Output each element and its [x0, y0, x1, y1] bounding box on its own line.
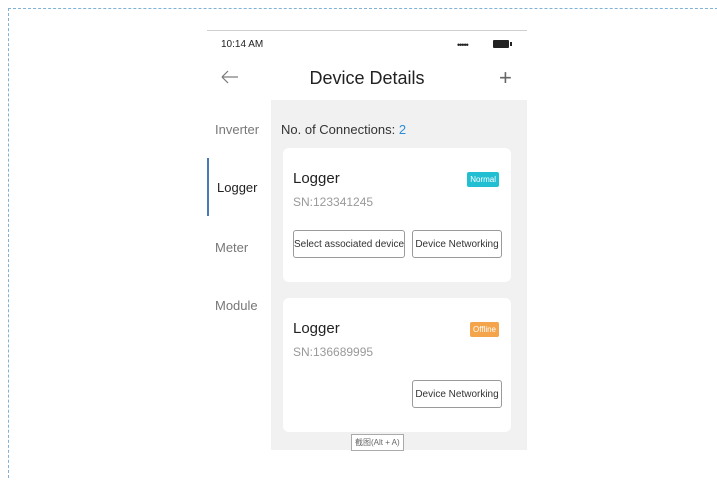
connections-value: 2: [398, 122, 407, 137]
plus-icon[interactable]: +: [499, 67, 512, 89]
device-sn: SN:123341245: [293, 195, 374, 209]
select-associated-device-button[interactable]: Select associated device: [293, 230, 405, 258]
sidebar-item-label: Module: [215, 297, 258, 313]
signal-icon: •••••: [457, 40, 469, 50]
page-title: Device Details: [309, 68, 425, 88]
sidebar-item-logger[interactable]: Logger: [207, 158, 271, 216]
sidebar: Inverter Logger Meter Module: [207, 100, 271, 480]
battery-tip: [510, 42, 512, 46]
connections-label: No. of Connections:: [281, 122, 396, 137]
sidebar-item-label: Logger: [217, 179, 258, 195]
device-title: Logger: [293, 170, 340, 187]
divider: [207, 30, 527, 31]
device-title: Logger: [293, 320, 340, 337]
device-networking-button[interactable]: Device Networking: [412, 380, 502, 408]
sidebar-item-label: Meter: [215, 239, 249, 255]
sidebar-item-label: Inverter: [215, 121, 260, 137]
status-time: 10:14 AM: [221, 39, 264, 50]
device-list: No. of Connections: 2 Logger SN:12334124…: [271, 100, 527, 450]
sidebar-item-module[interactable]: Module: [207, 276, 271, 334]
device-sn: SN:136689995: [293, 345, 374, 359]
status-badge: Normal: [467, 172, 499, 187]
status-badge: Offline: [470, 322, 499, 337]
device-card[interactable]: Logger SN:123341245 Normal Select associ…: [283, 148, 511, 282]
screenshot-tooltip: 截图(Alt + A): [351, 434, 404, 451]
connections-count: No. of Connections: 2: [281, 122, 406, 137]
sidebar-item-inverter[interactable]: Inverter: [207, 100, 271, 158]
phone-screen: 10:14 AM ••••• Device Details + Inverter…: [207, 30, 527, 470]
device-card[interactable]: Logger SN:136689995 Offline Device Netwo…: [283, 298, 511, 432]
sidebar-item-meter[interactable]: Meter: [207, 218, 271, 276]
device-networking-button[interactable]: Device Networking: [412, 230, 502, 258]
battery-icon: [493, 40, 509, 48]
